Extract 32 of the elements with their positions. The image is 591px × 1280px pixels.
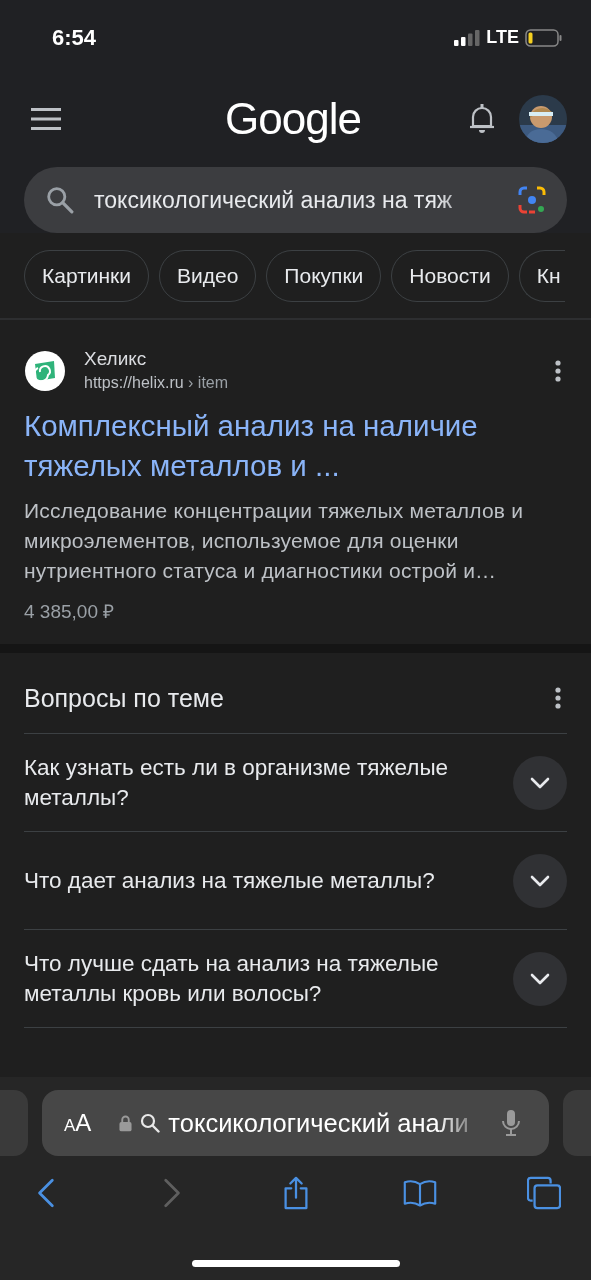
lock-icon (119, 1114, 133, 1132)
question-text[interactable]: Что дает анализ на тяжелые металлы? (24, 865, 435, 896)
tabs-icon[interactable] (527, 1176, 561, 1210)
result-snippet: Исследование концентрации тяжелых металлов и микроэлементов, используемое для оценки нутриентного статуса и диагностики острой и… (24, 498, 525, 584)
microphone-icon[interactable] (501, 1109, 521, 1137)
chevron-down-icon (530, 874, 550, 887)
question-text[interactable]: Что лучше сдать на анализ на тяжелые металлы кровь или волосы? (24, 948, 454, 1009)
text-size-button[interactable]: AA (64, 1109, 92, 1137)
section-title: Вопросы по теме (24, 683, 224, 713)
bell-icon[interactable] (469, 104, 495, 134)
search-icon (140, 1113, 161, 1133)
chevron-down-icon (530, 972, 550, 985)
result-link[interactable]: Комплексный анализ на наличие тяжелых металлов и ... (24, 406, 524, 486)
more-icon[interactable] (555, 360, 561, 382)
battery-icon (525, 28, 563, 47)
site-logo-icon (24, 350, 66, 392)
url-path: › item (187, 374, 229, 391)
google-logo[interactable]: Google (225, 94, 361, 144)
clock-time: 6:54 (52, 24, 97, 51)
chevron-down-icon (530, 776, 550, 789)
camera-icon[interactable] (517, 185, 547, 215)
network-label: LTE (486, 27, 519, 48)
signal-icon (454, 29, 481, 46)
address-field[interactable]: AA токсикологический анали (42, 1090, 549, 1156)
site-name: Хеликс (84, 348, 148, 370)
site-url: https://helix.ru (84, 374, 184, 391)
search-icon[interactable] (46, 186, 74, 214)
search-field[interactable]: токсикологический анализ на тяж (24, 167, 567, 233)
question-text[interactable]: Как узнать есть ли в организме тяжелые металлы? (24, 752, 454, 813)
more-icon[interactable] (555, 687, 561, 709)
result-price: 4 385,00 ₽ (24, 600, 116, 624)
menu-icon[interactable] (31, 108, 61, 130)
